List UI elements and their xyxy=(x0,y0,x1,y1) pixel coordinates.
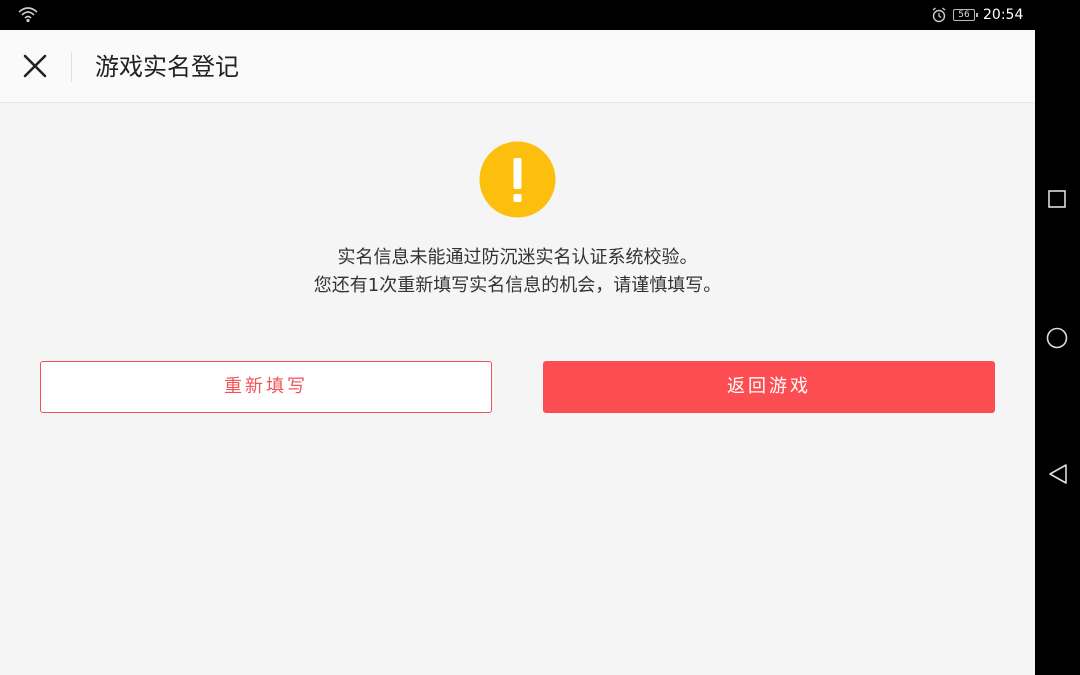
exclamation-warning-icon xyxy=(479,141,556,218)
message-line-1: 实名信息未能通过防沉迷实名认证系统校验。 xyxy=(337,247,698,268)
alarm-icon xyxy=(932,7,946,23)
status-time: 20:54 xyxy=(983,7,1024,23)
return-to-game-button[interactable]: 返回游戏 xyxy=(543,361,995,413)
home-circle-icon[interactable] xyxy=(1046,327,1068,349)
wifi-icon xyxy=(18,7,38,23)
back-triangle-icon[interactable] xyxy=(1047,463,1069,485)
battery-icon: 56 xyxy=(953,9,978,21)
battery-level: 56 xyxy=(958,10,970,20)
message-line-2: 您还有1次重新填写实名信息的机会，请谨慎填写。 xyxy=(313,275,722,296)
header-divider xyxy=(71,52,72,82)
app-content: 游戏实名登记 实名信息未能通过防沉迷实名认证系统校验。 您还有1次重新填写实名信… xyxy=(0,30,1035,675)
verification-message: 实名信息未能通过防沉迷实名认证系统校验。 您还有1次重新填写实名信息的机会，请谨… xyxy=(0,244,1035,300)
close-icon[interactable] xyxy=(18,49,52,83)
recent-apps-square-icon[interactable] xyxy=(1048,190,1066,208)
page-title: 游戏实名登记 xyxy=(95,53,239,81)
screen: 56 20:54 游戏实名登记 实名信息未能通过防沉迷实名认证系统校验。 您还有… xyxy=(0,0,1080,675)
app-header: 游戏实名登记 xyxy=(0,30,1035,103)
status-bar: 56 20:54 xyxy=(0,0,1035,30)
refill-button[interactable]: 重新填写 xyxy=(40,361,492,413)
